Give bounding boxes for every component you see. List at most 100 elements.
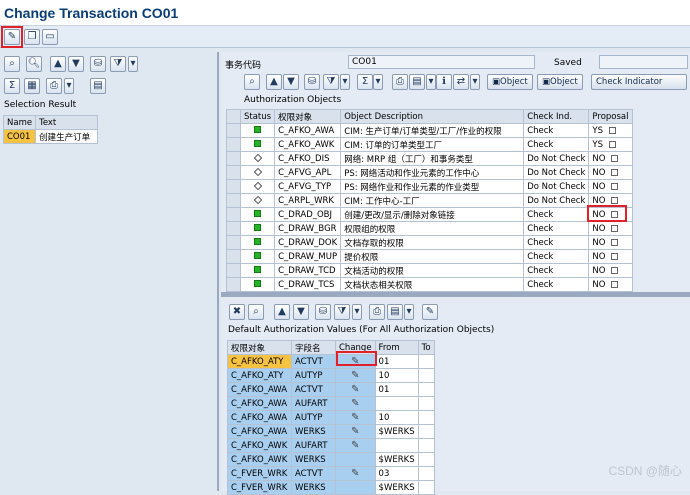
filter-icon[interactable]: ⧩ — [323, 74, 339, 90]
proposal-cell[interactable]: NO — [588, 179, 633, 194]
copy-icon[interactable]: ❐ — [24, 29, 40, 45]
table-row[interactable]: C_DRAW_TCS 文档状态相关权限 Check NO — [226, 277, 633, 292]
check-ind-cell[interactable]: Check — [523, 235, 590, 250]
object-button-2[interactable]: ▣Object — [537, 74, 583, 90]
dropdown-icon[interactable] — [611, 168, 619, 176]
change-cell[interactable]: ✎ — [335, 396, 376, 411]
from-cell[interactable] — [374, 396, 419, 411]
pencil-icon[interactable]: ✎ — [351, 426, 359, 437]
to-cell[interactable] — [417, 424, 435, 439]
proposal-cell[interactable]: NO — [588, 249, 633, 264]
to-cell[interactable] — [417, 480, 435, 495]
dropdown-icon[interactable] — [611, 224, 619, 232]
print-dropdown-icon[interactable]: ▾ — [64, 78, 74, 94]
from-cell[interactable]: 10 — [374, 410, 419, 425]
row-selector[interactable] — [226, 165, 241, 180]
table-row[interactable]: C_AFKO_AWA AUTYP ✎ 10 — [227, 410, 435, 425]
saved-field[interactable] — [599, 55, 688, 69]
print-icon[interactable]: ⎙ — [46, 78, 62, 94]
table-row[interactable]: CO01 创建生产订单 — [2, 129, 99, 144]
sort-desc-icon[interactable]: ▼ — [293, 304, 309, 320]
table-row[interactable]: C_FVER_WRK WERKS $WERKS — [227, 480, 435, 495]
cell-text[interactable]: 创建生产订单 — [35, 129, 99, 144]
proposal-cell[interactable]: NO — [588, 235, 633, 250]
check-ind-cell[interactable]: Check — [523, 207, 590, 222]
table-row[interactable]: C_DRAW_MUP 提价权限 Check NO — [226, 249, 633, 264]
row-selector[interactable] — [226, 263, 241, 278]
sort-asc-icon[interactable]: ▲ — [266, 74, 282, 90]
proposal-cell[interactable]: NO — [588, 151, 633, 166]
from-cell[interactable]: 03 — [374, 466, 419, 481]
layout-icon[interactable]: ▦ — [24, 78, 40, 94]
row-selector[interactable] — [226, 179, 241, 194]
sum-icon[interactable]: Σ — [357, 74, 373, 90]
hierarchy-dropdown-icon[interactable]: ▾ — [470, 74, 480, 90]
table-row[interactable]: C_DRAD_OBJ 创建/更改/显示/删除对象链接 Check NO — [226, 207, 633, 222]
table-row[interactable]: C_AFKO_AWK WERKS $WERKS — [227, 452, 435, 467]
table-row[interactable]: C_AFKO_DIS 网络: MRP 组（工厂）和事务类型 Do Not Check… — [226, 151, 633, 166]
sort-desc-icon[interactable]: ▼ — [68, 56, 84, 72]
sum-dropdown-icon[interactable]: ▾ — [373, 74, 383, 90]
table-row[interactable]: C_DRAW_BGR 权限组的权限 Check NO — [226, 221, 633, 236]
row-selector[interactable] — [226, 137, 241, 152]
find-in-list-icon[interactable]: ⛁ — [90, 56, 106, 72]
change-cell[interactable]: ✎ — [335, 424, 376, 439]
export-icon[interactable]: ▤ — [387, 304, 403, 320]
pencil-icon[interactable]: ✎ — [351, 384, 359, 395]
find-icon[interactable]: ⌕ — [4, 56, 20, 72]
table-row[interactable]: C_AFVG_TYP PS: 网络作业和作业元素的作业类型 Do Not Check… — [226, 179, 633, 194]
sort-desc-icon[interactable]: ▼ — [283, 74, 299, 90]
table-row[interactable]: C_AFKO_AWK AUFART ✎ — [227, 438, 435, 453]
row-selector[interactable] — [226, 193, 241, 208]
table-row[interactable]: C_AFKO_AWA AUFART ✎ — [227, 396, 435, 411]
sort-asc-icon[interactable]: ▲ — [50, 56, 66, 72]
to-cell[interactable] — [417, 466, 435, 481]
row-selector[interactable] — [226, 235, 241, 250]
find-icon[interactable]: ⛁ — [315, 304, 331, 320]
to-cell[interactable] — [417, 396, 435, 411]
to-cell[interactable] — [417, 354, 435, 369]
table-row[interactable]: C_AFKO_AWK CIM: 订单的订单类型工厂 Check YS — [226, 137, 633, 152]
to-cell[interactable] — [417, 410, 435, 425]
dropdown-icon[interactable] — [611, 252, 619, 260]
to-cell[interactable] — [417, 382, 435, 397]
filter-dropdown-icon[interactable]: ▾ — [128, 56, 138, 72]
change-cell[interactable]: ✎ — [335, 438, 376, 453]
change-cell[interactable]: ✎ — [335, 382, 376, 397]
tcode-field[interactable]: CO01 — [348, 55, 535, 69]
hierarchy-icon[interactable]: ⇄ — [453, 74, 469, 90]
from-cell[interactable]: 10 — [374, 368, 419, 383]
proposal-cell[interactable]: NO — [588, 165, 633, 180]
display-icon[interactable]: ▭ — [42, 29, 58, 45]
from-cell[interactable]: $WERKS — [374, 452, 419, 467]
filter-dropdown-icon[interactable]: ▾ — [352, 304, 362, 320]
export-dropdown-icon[interactable]: ▾ — [404, 304, 414, 320]
info-icon[interactable]: ℹ — [436, 74, 452, 90]
check-ind-cell[interactable]: Check — [523, 123, 590, 138]
table-row[interactable]: C_DRAW_DOK 文档存取的权限 Check NO — [226, 235, 633, 250]
filter-icon[interactable]: ⧩ — [110, 56, 126, 72]
table-row[interactable]: C_AFKO_AWA ACTVT ✎ 01 — [227, 382, 435, 397]
row-selector[interactable] — [226, 151, 241, 166]
row-selector[interactable] — [226, 123, 241, 138]
check-ind-cell[interactable]: Do Not Check — [523, 165, 590, 180]
dropdown-icon[interactable] — [609, 126, 616, 134]
table-row[interactable]: C_ARPL_WRK CIM: 工作中心-工厂 Do Not Check NO — [226, 193, 633, 208]
export-icon[interactable]: ▤ — [90, 78, 106, 94]
delete-icon[interactable]: ✖ — [229, 304, 245, 320]
dropdown-icon[interactable] — [611, 280, 619, 288]
pencil-icon[interactable]: ✎ — [351, 468, 359, 479]
print-icon[interactable]: ⎙ — [392, 74, 408, 90]
change-cell[interactable] — [335, 480, 376, 495]
to-cell[interactable] — [417, 452, 435, 467]
object-button-1[interactable]: ▣Object — [487, 74, 533, 90]
table-row[interactable]: C_FVER_WRK ACTVT ✎ 03 — [227, 466, 435, 481]
pencil-icon[interactable]: ✎ — [351, 398, 359, 409]
table-row[interactable]: C_AFKO_ATY ACTVT ✎ 01 — [227, 354, 435, 369]
export-icon[interactable]: ▤ — [409, 74, 425, 90]
change-cell[interactable]: ✎ — [335, 368, 376, 383]
row-selector[interactable] — [226, 277, 241, 292]
change-cell[interactable]: ✎ — [335, 410, 376, 425]
table-row[interactable]: C_DRAW_TCD 文档活动的权限 Check NO — [226, 263, 633, 278]
check-ind-cell[interactable]: Do Not Check — [523, 193, 590, 208]
